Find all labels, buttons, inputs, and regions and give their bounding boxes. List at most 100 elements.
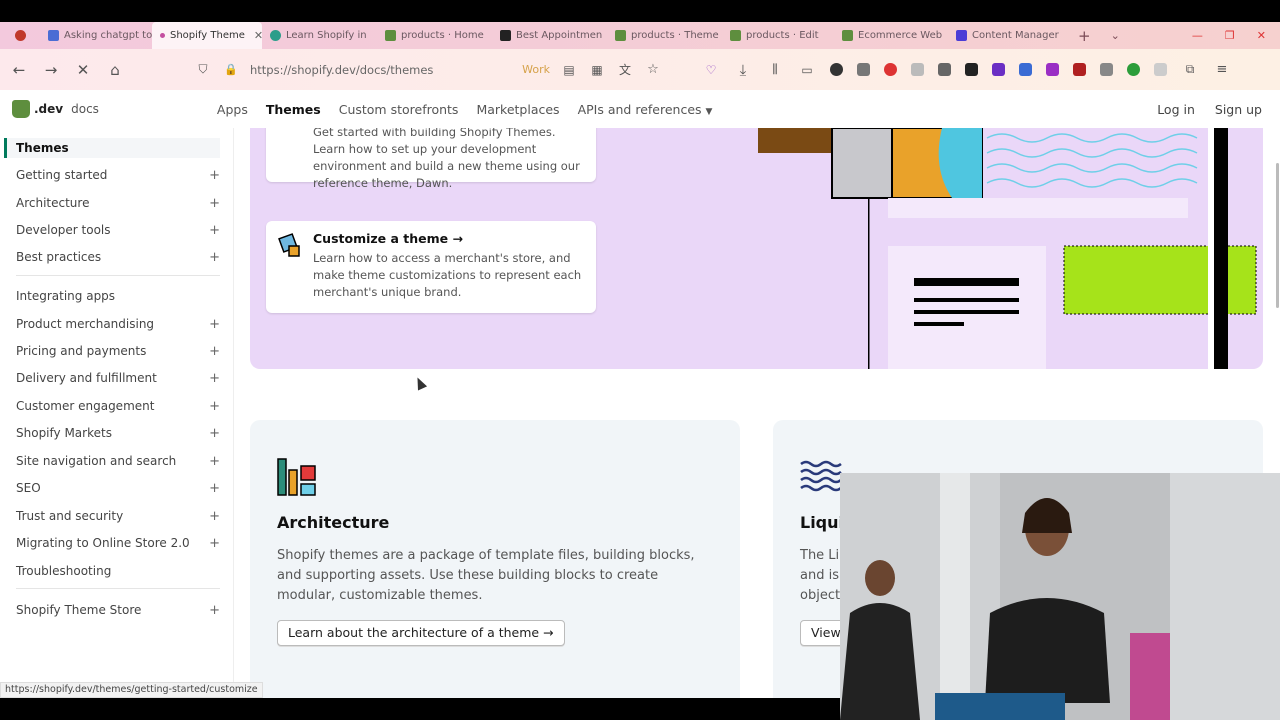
lock-icon[interactable]: 🔒 [222, 63, 240, 76]
extension-off-icon[interactable] [1100, 63, 1113, 76]
list-tabs-icon[interactable]: ⌄ [1101, 29, 1130, 42]
firefox-menu-icon[interactable] [0, 22, 40, 49]
translate-icon[interactable]: 文 [616, 61, 634, 78]
sidebar-item-trust-and-security[interactable]: Trust and security + [16, 509, 220, 524]
sidebar-item-shopify-markets[interactable]: Shopify Markets + [16, 426, 220, 441]
forward-icon[interactable]: → [42, 61, 60, 79]
extension-gray-icon[interactable] [1154, 63, 1167, 76]
translate-extension-icon[interactable] [1019, 63, 1032, 76]
expand-plus-icon[interactable]: + [209, 168, 220, 183]
tab-products-home[interactable]: products · Home [377, 22, 492, 49]
tab-label: Shopify Theme [170, 30, 245, 41]
sidebar-item-migrating-to-os2[interactable]: Migrating to Online Store 2.0 + [16, 536, 220, 551]
reader-view-icon[interactable]: ▤ [560, 63, 578, 77]
sidebar-item-seo[interactable]: SEO + [16, 481, 220, 496]
sidebar-divider [16, 275, 220, 276]
extension-r-icon[interactable] [911, 63, 924, 76]
extensions-puzzle-icon[interactable]: ⧉ [1181, 62, 1199, 77]
card-getting-started[interactable]: Get started with building Shopify Themes… [266, 128, 596, 190]
expand-plus-icon[interactable]: + [209, 454, 220, 469]
tab-best-appointment[interactable]: Best Appointmen [492, 22, 607, 49]
sidebar-item-best-practices[interactable]: Best practices + [16, 250, 220, 265]
extension-grid-icon[interactable] [965, 63, 978, 76]
stop-loading-icon[interactable]: ✕ [74, 61, 92, 79]
extension-picture-icon[interactable] [857, 63, 870, 76]
sidebar-item-pricing-and-payments[interactable]: Pricing and payments + [16, 344, 220, 359]
tab-content-manager[interactable]: Content Manager [948, 22, 1068, 49]
expand-plus-icon[interactable]: + [209, 250, 220, 265]
extension-shield-icon[interactable] [1127, 63, 1140, 76]
nav-marketplaces[interactable]: Marketplaces [476, 102, 559, 117]
expand-plus-icon[interactable]: + [209, 223, 220, 238]
url-text[interactable]: https://shopify.dev/docs/themes [250, 63, 512, 77]
expand-plus-icon[interactable]: + [209, 196, 220, 211]
qr-code-icon[interactable]: ▦ [588, 63, 606, 77]
sidebar-item-label: Product merchandising [16, 317, 155, 331]
nav-apis-and-references[interactable]: APIs and references ▼ [578, 102, 713, 117]
tab-ecommerce-web[interactable]: Ecommerce Web [834, 22, 948, 49]
sidebar-item-label: Integrating apps [16, 289, 116, 303]
container-label[interactable]: Work [522, 63, 550, 76]
nav-themes[interactable]: Themes [266, 102, 321, 117]
sidebar-item-site-navigation-and-search[interactable]: Site navigation and search + [16, 454, 220, 469]
expand-plus-icon[interactable]: + [209, 536, 220, 551]
extension-v-icon[interactable] [938, 63, 951, 76]
extension-new-icon[interactable] [1073, 63, 1086, 76]
expand-plus-icon[interactable]: + [209, 399, 220, 414]
scrollbar-thumb[interactable] [1276, 163, 1279, 308]
screen: Asking chatgpt to Shopify Theme ✕ Learn … [0, 0, 1280, 720]
expand-plus-icon[interactable]: + [209, 344, 220, 359]
sidebar-item-shopify-theme-store[interactable]: Shopify Theme Store + [16, 603, 220, 618]
minimize-icon[interactable]: — [1192, 29, 1203, 42]
restore-icon[interactable]: ❐ [1225, 29, 1235, 42]
extension-e-icon[interactable] [830, 63, 843, 76]
sidebar-item-developer-tools[interactable]: Developer tools + [16, 223, 220, 238]
shopify-dev-logo[interactable]: .dev docs [12, 100, 99, 118]
login-link[interactable]: Log in [1157, 102, 1195, 117]
shield-icon[interactable]: ⛉ [194, 62, 212, 77]
close-window-icon[interactable]: ✕ [1257, 29, 1266, 42]
sidebar-icon[interactable]: ▭ [798, 63, 816, 77]
sidebar-item-product-merchandising[interactable]: Product merchandising + [16, 317, 220, 332]
expand-plus-icon[interactable]: + [209, 603, 220, 618]
close-tab-icon[interactable]: ✕ [254, 29, 262, 42]
sidebar-item-label: Getting started [16, 168, 108, 182]
sidebar-item-getting-started[interactable]: Getting started + [16, 168, 220, 183]
extension-0-icon[interactable] [1046, 63, 1059, 76]
pocket-icon[interactable]: ♡ [702, 63, 720, 77]
new-tab-button[interactable]: + [1068, 27, 1101, 45]
expand-plus-icon[interactable]: + [209, 371, 220, 386]
tab-asking-chatgpt[interactable]: Asking chatgpt to [40, 22, 152, 49]
nav-apis-label: APIs and references [577, 101, 702, 117]
extension-12-icon[interactable] [992, 63, 1005, 76]
sidebar-item-troubleshooting[interactable]: Troubleshooting [16, 564, 220, 578]
sidebar-item-themes[interactable]: Themes [4, 138, 220, 158]
expand-plus-icon[interactable]: + [209, 481, 220, 496]
nav-custom-storefronts[interactable]: Custom storefronts [339, 102, 459, 117]
expand-plus-icon[interactable]: + [209, 317, 220, 332]
download-icon[interactable]: ⤓ [734, 61, 752, 79]
library-icon[interactable]: ⫼ [766, 62, 784, 77]
nav-apps[interactable]: Apps [217, 102, 248, 117]
sidebar-item-delivery-and-fulfillment[interactable]: Delivery and fulfillment + [16, 371, 220, 386]
tab-products-theme[interactable]: products · Theme [607, 22, 722, 49]
sidebar-item-integrating-apps[interactable]: Integrating apps [16, 289, 220, 303]
address-bar[interactable]: ⛉ 🔒 https://shopify.dev/docs/themes Work… [188, 56, 668, 84]
bookmark-star-icon[interactable]: ☆ [644, 62, 662, 77]
card-customize-theme[interactable]: Customize a theme → Learn how to access … [266, 221, 596, 313]
tab-learn-shopify[interactable]: Learn Shopify in [262, 22, 377, 49]
tab-shopify-theme[interactable]: Shopify Theme ✕ [152, 22, 262, 49]
hero-banner: Get started with building Shopify Themes… [250, 128, 1263, 369]
docs-sidebar: Themes Getting started + Architecture + De… [0, 128, 234, 698]
menu-hamburger-icon[interactable]: ≡ [1213, 62, 1231, 77]
adblock-icon[interactable] [884, 63, 897, 76]
expand-plus-icon[interactable]: + [209, 509, 220, 524]
home-icon[interactable]: ⌂ [106, 61, 124, 79]
expand-plus-icon[interactable]: + [209, 426, 220, 441]
sidebar-item-architecture[interactable]: Architecture + [16, 196, 220, 211]
back-icon[interactable]: ← [10, 61, 28, 79]
sidebar-item-customer-engagement[interactable]: Customer engagement + [16, 399, 220, 414]
learn-architecture-button[interactable]: Learn about the architecture of a theme … [277, 620, 565, 646]
tab-products-edit[interactable]: products · Edit [722, 22, 834, 49]
signup-link[interactable]: Sign up [1215, 102, 1262, 117]
